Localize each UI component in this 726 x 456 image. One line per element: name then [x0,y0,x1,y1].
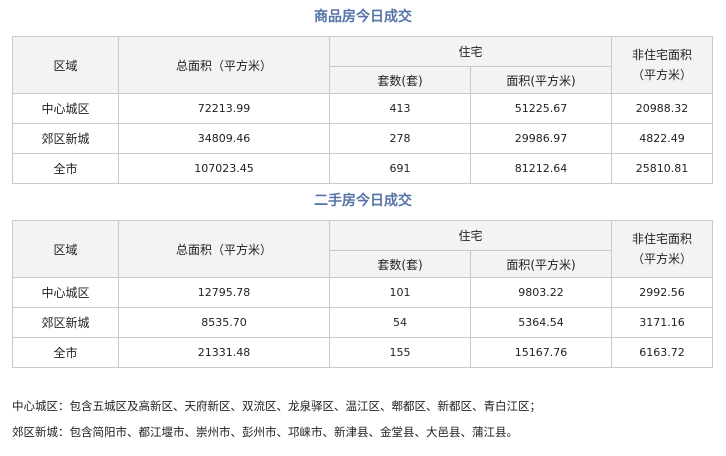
header-area: 面积(平方米) [469,66,613,94]
cell-units: 691 [329,153,471,184]
cell-region: 郊区新城 [12,123,119,154]
cell-total-area: 107023.45 [118,153,330,184]
cell-total-area: 34809.46 [118,123,330,154]
header-total-area: 总面积（平方米） [118,36,330,94]
cell-area: 5364.54 [469,307,613,338]
cell-non-res: 4822.49 [611,123,714,154]
new-house-table: 区域 总面积（平方米） 住宅 非住宅面积 （平方米） 套数(套) 面积(平方米)… [12,36,714,184]
cell-non-res: 25810.81 [611,153,714,184]
table-row: 中心城区 72213.99 413 51225.67 20988.32 [12,93,714,124]
header-residential: 住宅 [328,36,613,67]
cell-region: 郊区新城 [12,307,119,338]
header-region: 区域 [12,220,119,278]
cell-total-area: 8535.70 [118,307,330,338]
note-center-district: 中心城区：包含五城区及高新区、天府新区、双流区、龙泉驿区、温江区、郫都区、新都区… [12,399,541,413]
note-suburb-district: 郊区新城：包含简阳市、都江堰市、崇州市、彭州市、邛崃市、新津县、金堂县、大邑县、… [12,425,518,439]
cell-non-res: 6163.72 [611,337,714,368]
cell-area: 15167.76 [469,337,613,368]
cell-non-res: 3171.16 [611,307,714,338]
cell-area: 9803.22 [469,277,613,308]
header-non-res-line1: 非住宅面积 [632,232,693,246]
header-region: 区域 [12,36,119,94]
header-residential: 住宅 [328,220,613,251]
cell-units: 54 [329,307,471,338]
cell-units: 101 [329,277,471,308]
cell-region: 中心城区 [12,277,119,308]
cell-region: 中心城区 [12,93,119,124]
table-row: 郊区新城 34809.46 278 29986.97 4822.49 [12,123,714,154]
cell-non-res: 20988.32 [611,93,714,124]
cell-units: 155 [329,337,471,368]
header-non-residential: 非住宅面积 （平方米） [611,220,714,278]
table-row: 全市 21331.48 155 15167.76 6163.72 [12,337,714,368]
header-non-res-line2: （平方米） [632,252,693,266]
cell-units: 413 [329,93,471,124]
table-row: 中心城区 12795.78 101 9803.22 2992.56 [12,277,714,308]
second-hand-title: 二手房今日成交 [314,193,412,209]
table-row: 全市 107023.45 691 81212.64 25810.81 [12,153,714,184]
new-house-title: 商品房今日成交 [314,9,412,25]
cell-area: 29986.97 [469,123,613,154]
cell-total-area: 21331.48 [118,337,330,368]
cell-area: 81212.64 [469,153,613,184]
cell-units: 278 [329,123,471,154]
header-total-area: 总面积（平方米） [118,220,330,278]
header-area: 面积(平方米) [469,250,613,278]
header-units: 套数(套) [329,66,471,94]
cell-non-res: 2992.56 [611,277,714,308]
cell-region: 全市 [12,337,119,368]
header-units: 套数(套) [329,250,471,278]
cell-region: 全市 [12,153,119,184]
header-non-residential: 非住宅面积 （平方米） [611,36,714,94]
second-hand-table: 区域 总面积（平方米） 住宅 非住宅面积 （平方米） 套数(套) 面积(平方米)… [12,220,714,368]
cell-area: 51225.67 [469,93,613,124]
table-row: 郊区新城 8535.70 54 5364.54 3171.16 [12,307,714,338]
cell-total-area: 12795.78 [118,277,330,308]
header-non-res-line1: 非住宅面积 [632,48,693,62]
header-non-res-line2: （平方米） [632,68,693,82]
cell-total-area: 72213.99 [118,93,330,124]
